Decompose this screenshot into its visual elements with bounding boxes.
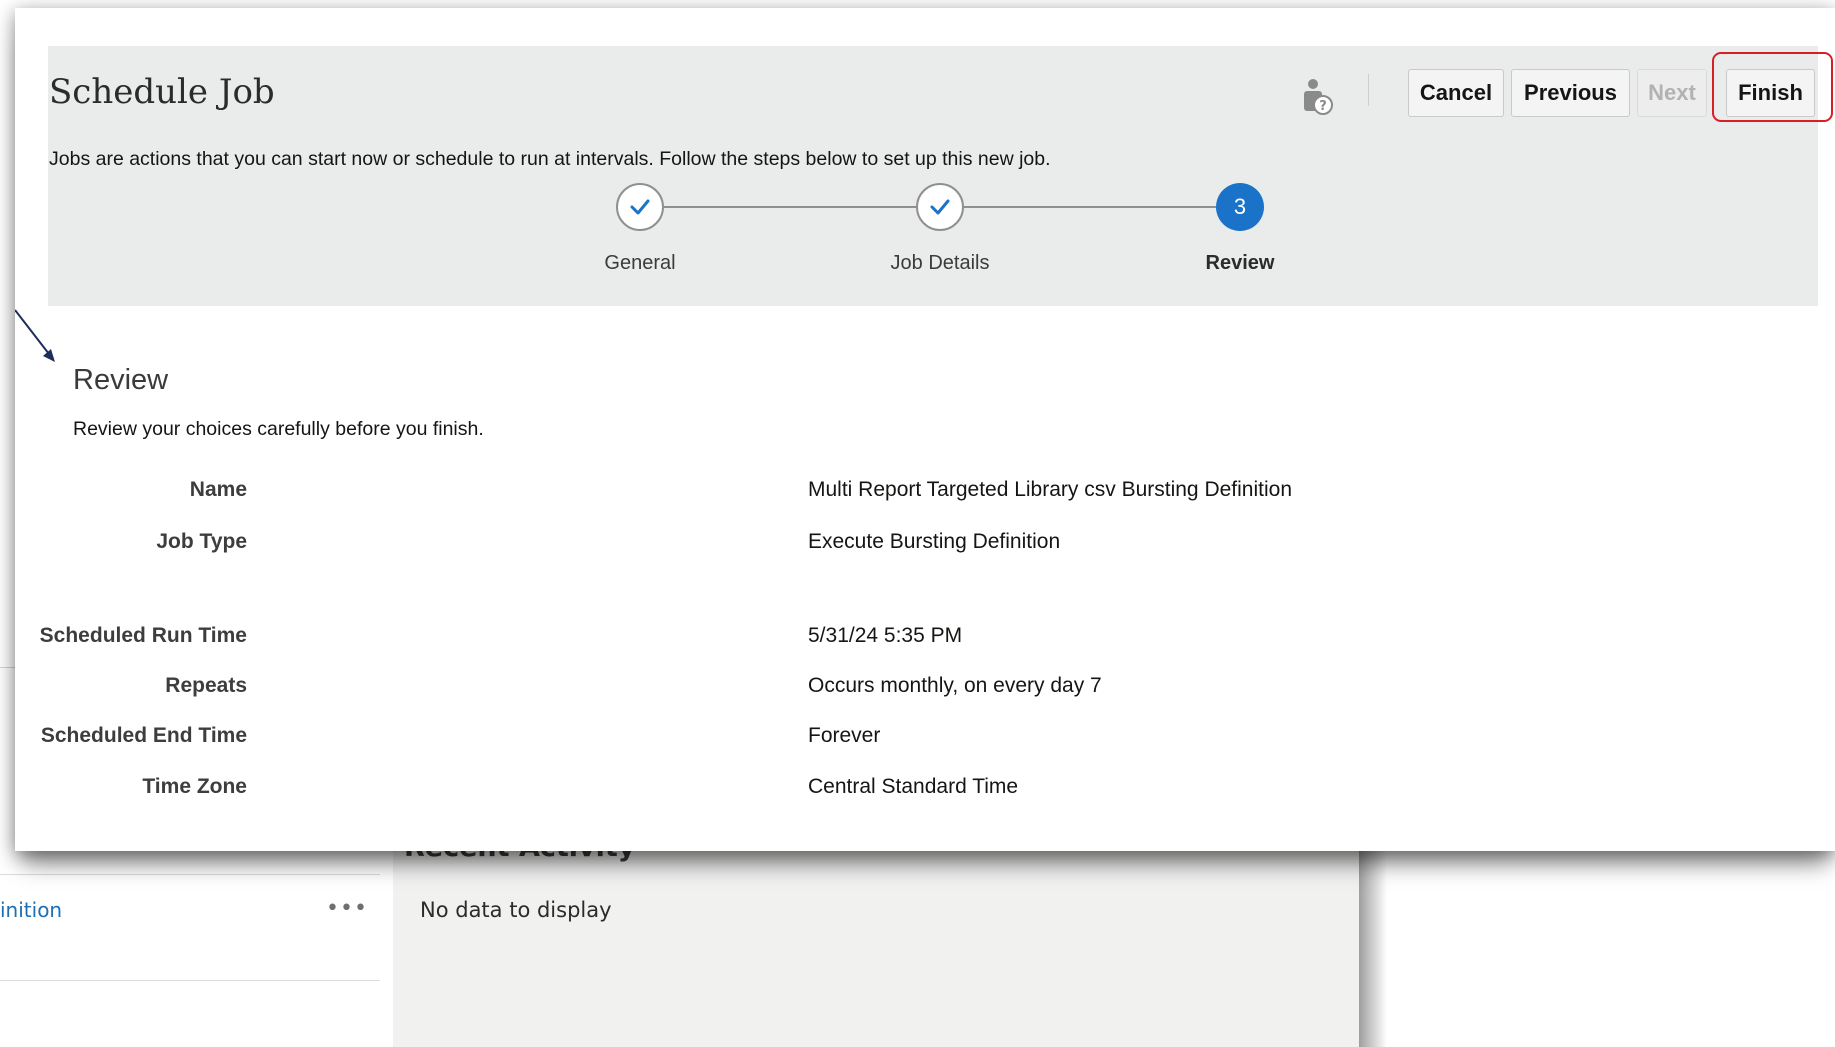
divider [0,874,380,875]
review-row-repeats: Repeats Occurs monthly, on every day 7 [15,674,1415,704]
train-connector [664,206,916,208]
schedule-job-dialog: Schedule Job ? Cancel Previous Next Fini… [15,8,1835,851]
review-heading: Review [73,364,169,396]
step-review-label: Review [1205,252,1275,274]
more-actions-icon[interactable]: ••• [326,896,368,921]
check-icon [630,199,650,215]
scheduled-end-time-value: Forever [808,724,881,747]
step-general-label[interactable]: General [520,252,760,275]
review-row-job-type: Job Type Execute Bursting Definition [15,530,1415,560]
next-button[interactable]: Next [1637,69,1707,117]
svg-text:?: ? [1319,99,1327,114]
dialog-intro-text: Jobs are actions that you can start now … [49,148,1051,170]
previous-button[interactable]: Previous [1511,69,1630,117]
review-row-scheduled-end-time: Scheduled End Time Forever [15,724,1415,754]
step-general-stop[interactable] [616,183,664,231]
annotation-arrow-icon [15,309,55,362]
job-type-label: Job Type [156,530,247,553]
check-icon [930,199,950,215]
step-review-stop[interactable]: 3 [1216,183,1264,231]
dialog-title: Schedule Job [49,72,275,112]
header-separator [1368,74,1369,106]
review-row-scheduled-run-time: Scheduled Run Time 5/31/24 5:35 PM [15,624,1415,654]
review-row-name: Name Multi Report Targeted Library csv B… [15,478,1415,508]
repeats-value: Occurs monthly, on every day 7 [808,674,1102,697]
time-zone-value: Central Standard Time [808,775,1019,798]
cancel-button[interactable]: Cancel [1408,69,1504,117]
name-label: Name [189,478,247,501]
scheduled-run-time-label: Scheduled Run Time [39,624,247,647]
person-help-icon[interactable]: ? [1299,77,1333,117]
time-zone-label: Time Zone [142,775,247,798]
name-value: Multi Report Targeted Library csv Bursti… [808,478,1292,501]
finish-highlight-annotation [1712,52,1833,122]
scheduled-end-time-label: Scheduled End Time [40,724,247,747]
review-instructions: Review your choices carefully before you… [73,418,484,440]
job-type-value: Execute Bursting Definition [808,530,1061,553]
review-row-time-zone: Time Zone Central Standard Time [15,775,1415,805]
step-job-details-label[interactable]: Job Details [820,252,1060,275]
no-data-message: No data to display [420,898,612,922]
panel-shadow [1359,851,1387,1047]
divider [0,980,380,981]
step-job-details-stop[interactable] [916,183,964,231]
repeats-label: Repeats [165,674,247,697]
scheduled-run-time-value: 5/31/24 5:35 PM [808,624,963,647]
job-definition-link[interactable]: inition [0,898,62,922]
train-connector [964,206,1216,208]
recent-activity-panel [393,840,1359,1047]
